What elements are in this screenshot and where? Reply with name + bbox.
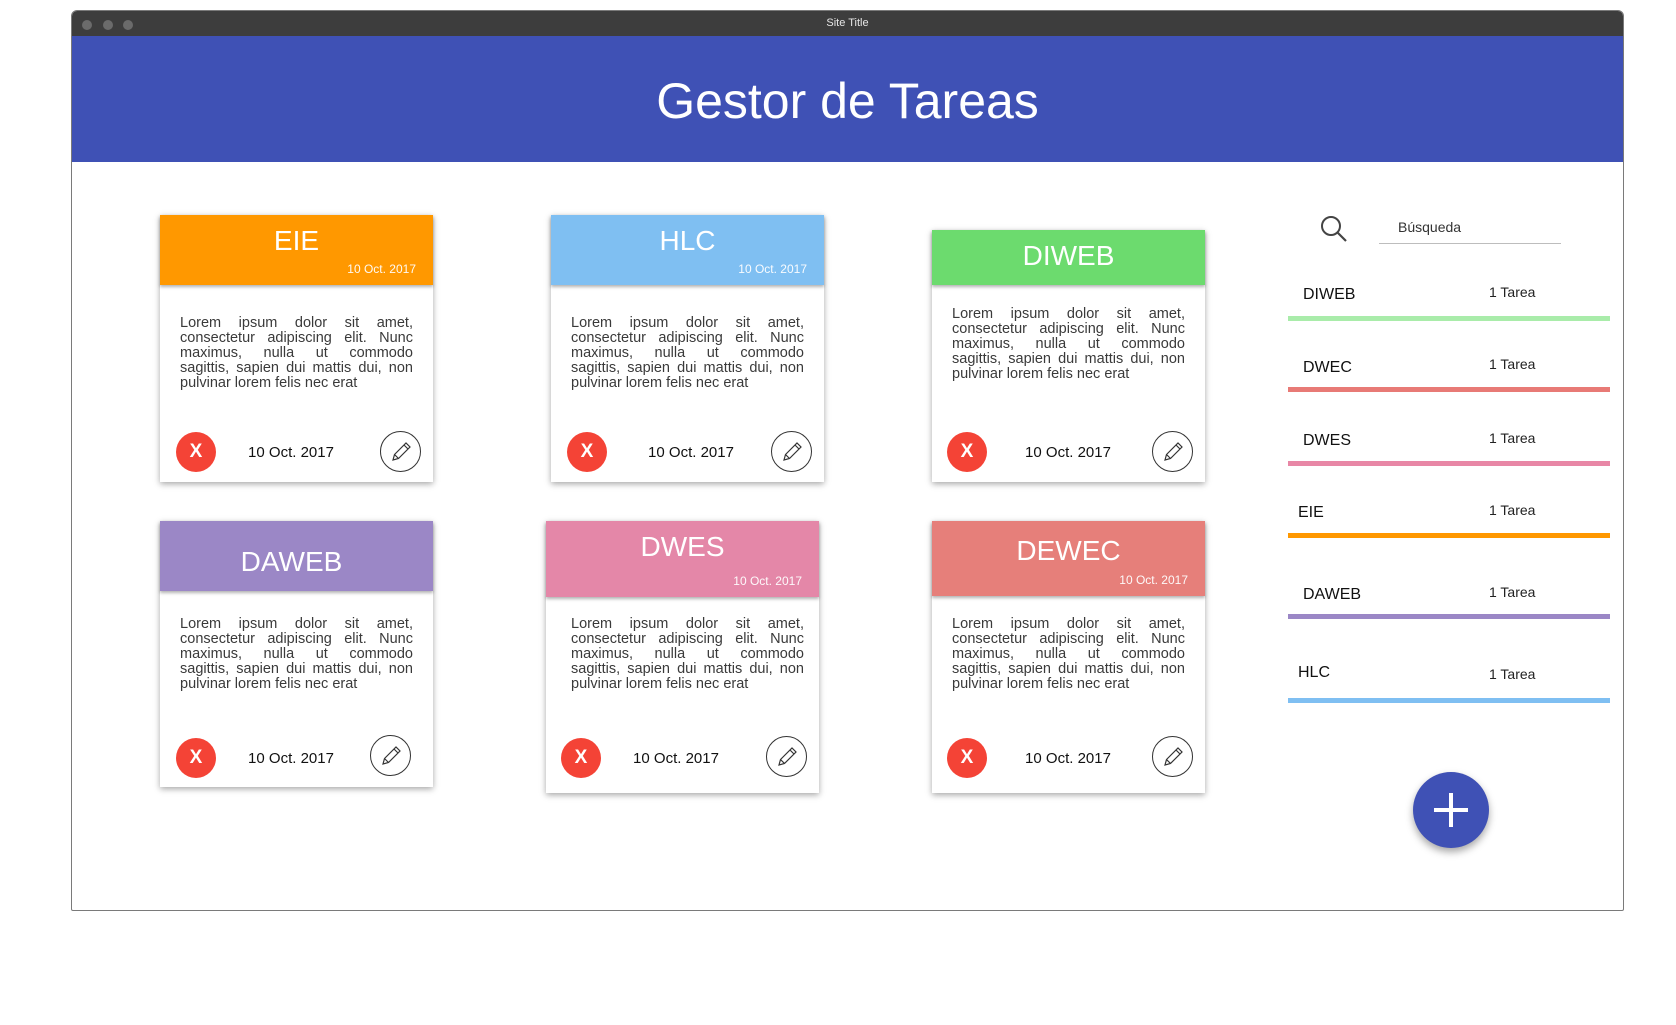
edit-button[interactable]	[1152, 736, 1193, 777]
list-item-daweb[interactable]: DAWEB 1 Tarea	[1288, 584, 1610, 624]
card-header: EIE 10 Oct. 2017	[160, 215, 433, 285]
close-icon: X	[580, 441, 594, 462]
list-item-color-bar	[1288, 533, 1610, 538]
list-item-dwec[interactable]: DWEC 1 Tarea	[1288, 356, 1610, 396]
card-title: EIE	[273, 225, 320, 256]
task-card-eie: EIE 10 Oct. 2017 Lorem ipsum dolor sit a…	[160, 215, 433, 482]
list-item-count: 1 Tarea	[1489, 584, 1536, 600]
card-title: HLC	[659, 225, 716, 256]
card-header-date: 10 Oct. 2017	[1119, 573, 1188, 587]
close-icon: X	[960, 441, 974, 462]
edit-button[interactable]	[380, 431, 421, 472]
card-header: DWES 10 Oct. 2017	[546, 521, 819, 597]
pencil-icon	[1164, 747, 1183, 766]
card-footer-date: 10 Oct. 2017	[1025, 444, 1111, 461]
add-task-button[interactable]	[1413, 772, 1489, 848]
list-item-dwes[interactable]: DWES 1 Tarea	[1288, 430, 1610, 470]
page-title: Gestor de Tareas	[656, 73, 1039, 129]
card-header: HLC 10 Oct. 2017	[551, 215, 824, 285]
list-item-color-bar	[1288, 387, 1610, 392]
card-footer-date: 10 Oct. 2017	[648, 444, 734, 461]
window-titlebar: Site Title	[72, 11, 1623, 36]
card-description: Lorem ipsum dolor sit amet, consectetur …	[180, 616, 413, 692]
close-icon: X	[189, 747, 203, 768]
card-description: Lorem ipsum dolor sit amet, consectetur …	[952, 616, 1185, 692]
card-title: DEWEC	[1016, 535, 1121, 566]
search-input[interactable]	[1379, 210, 1561, 244]
edit-button[interactable]	[771, 431, 812, 472]
list-item-eie[interactable]: EIE 1 Tarea	[1288, 502, 1610, 542]
list-item-count: 1 Tarea	[1489, 356, 1536, 372]
task-card-dwes: DWES 10 Oct. 2017 Lorem ipsum dolor sit …	[546, 521, 819, 793]
card-description: Lorem ipsum dolor sit amet, consectetur …	[571, 315, 804, 391]
list-item-name: DWEC	[1303, 359, 1352, 376]
card-header-date: 10 Oct. 2017	[738, 262, 807, 276]
app-header: Gestor de Tareas	[72, 36, 1623, 162]
card-header: DEWEC 10 Oct. 2017	[932, 521, 1205, 596]
delete-button[interactable]: X	[947, 738, 987, 778]
card-header: DAWEB	[160, 521, 433, 591]
card-description: Lorem ipsum dolor sit amet, consectetur …	[571, 616, 804, 692]
card-footer-date: 10 Oct. 2017	[633, 750, 719, 767]
card-header-date: 10 Oct. 2017	[347, 262, 416, 276]
list-item-name: DWES	[1303, 432, 1351, 449]
list-item-count: 1 Tarea	[1489, 430, 1536, 446]
task-card-diweb: DIWEB Lorem ipsum dolor sit amet, consec…	[932, 230, 1205, 482]
list-item-count: 1 Tarea	[1489, 284, 1536, 300]
search-icon[interactable]	[1318, 213, 1350, 245]
delete-button[interactable]: X	[947, 432, 987, 472]
list-item-name: EIE	[1298, 504, 1324, 521]
list-item-color-bar	[1288, 614, 1610, 619]
close-icon: X	[574, 747, 588, 768]
list-item-color-bar	[1288, 698, 1610, 703]
task-card-hlc: HLC 10 Oct. 2017 Lorem ipsum dolor sit a…	[551, 215, 824, 482]
card-title: DIWEB	[1022, 240, 1115, 271]
delete-button[interactable]: X	[176, 432, 216, 472]
list-item-count: 1 Tarea	[1489, 666, 1536, 682]
list-item-name: DAWEB	[1303, 586, 1362, 603]
card-description: Lorem ipsum dolor sit amet, consectetur …	[180, 315, 413, 391]
list-item-diweb[interactable]: DIWEB 1 Tarea	[1288, 284, 1610, 324]
list-item-color-bar	[1288, 461, 1610, 466]
card-title: DWES	[640, 531, 725, 562]
pencil-icon	[392, 442, 411, 461]
pencil-icon	[783, 442, 802, 461]
list-item-name: HLC	[1298, 664, 1331, 681]
close-icon: X	[189, 441, 203, 462]
delete-button[interactable]: X	[561, 738, 601, 778]
card-footer-date: 10 Oct. 2017	[248, 750, 334, 767]
delete-button[interactable]: X	[567, 432, 607, 472]
pencil-icon	[382, 746, 401, 765]
pencil-icon	[778, 747, 797, 766]
edit-button[interactable]	[1152, 431, 1193, 472]
edit-button[interactable]	[766, 736, 807, 777]
list-item-count: 1 Tarea	[1489, 502, 1536, 518]
site-title: Site Title	[826, 17, 869, 29]
task-card-daweb: DAWEB Lorem ipsum dolor sit amet, consec…	[160, 521, 433, 787]
card-footer-date: 10 Oct. 2017	[1025, 750, 1111, 767]
card-header-date: 10 Oct. 2017	[733, 574, 802, 588]
close-icon: X	[960, 747, 974, 768]
pencil-icon	[1164, 442, 1183, 461]
delete-button[interactable]: X	[176, 738, 216, 778]
list-item-color-bar	[1288, 316, 1610, 321]
card-footer-date: 10 Oct. 2017	[248, 444, 334, 461]
card-header: DIWEB	[932, 230, 1205, 285]
task-card-dewec: DEWEC 10 Oct. 2017 Lorem ipsum dolor sit…	[932, 521, 1205, 793]
list-item-hlc[interactable]: HLC 1 Tarea	[1288, 662, 1610, 703]
edit-button[interactable]	[370, 735, 411, 776]
card-description: Lorem ipsum dolor sit amet, consectetur …	[952, 306, 1185, 382]
list-item-name: DIWEB	[1303, 286, 1356, 303]
card-title: DAWEB	[240, 546, 343, 577]
